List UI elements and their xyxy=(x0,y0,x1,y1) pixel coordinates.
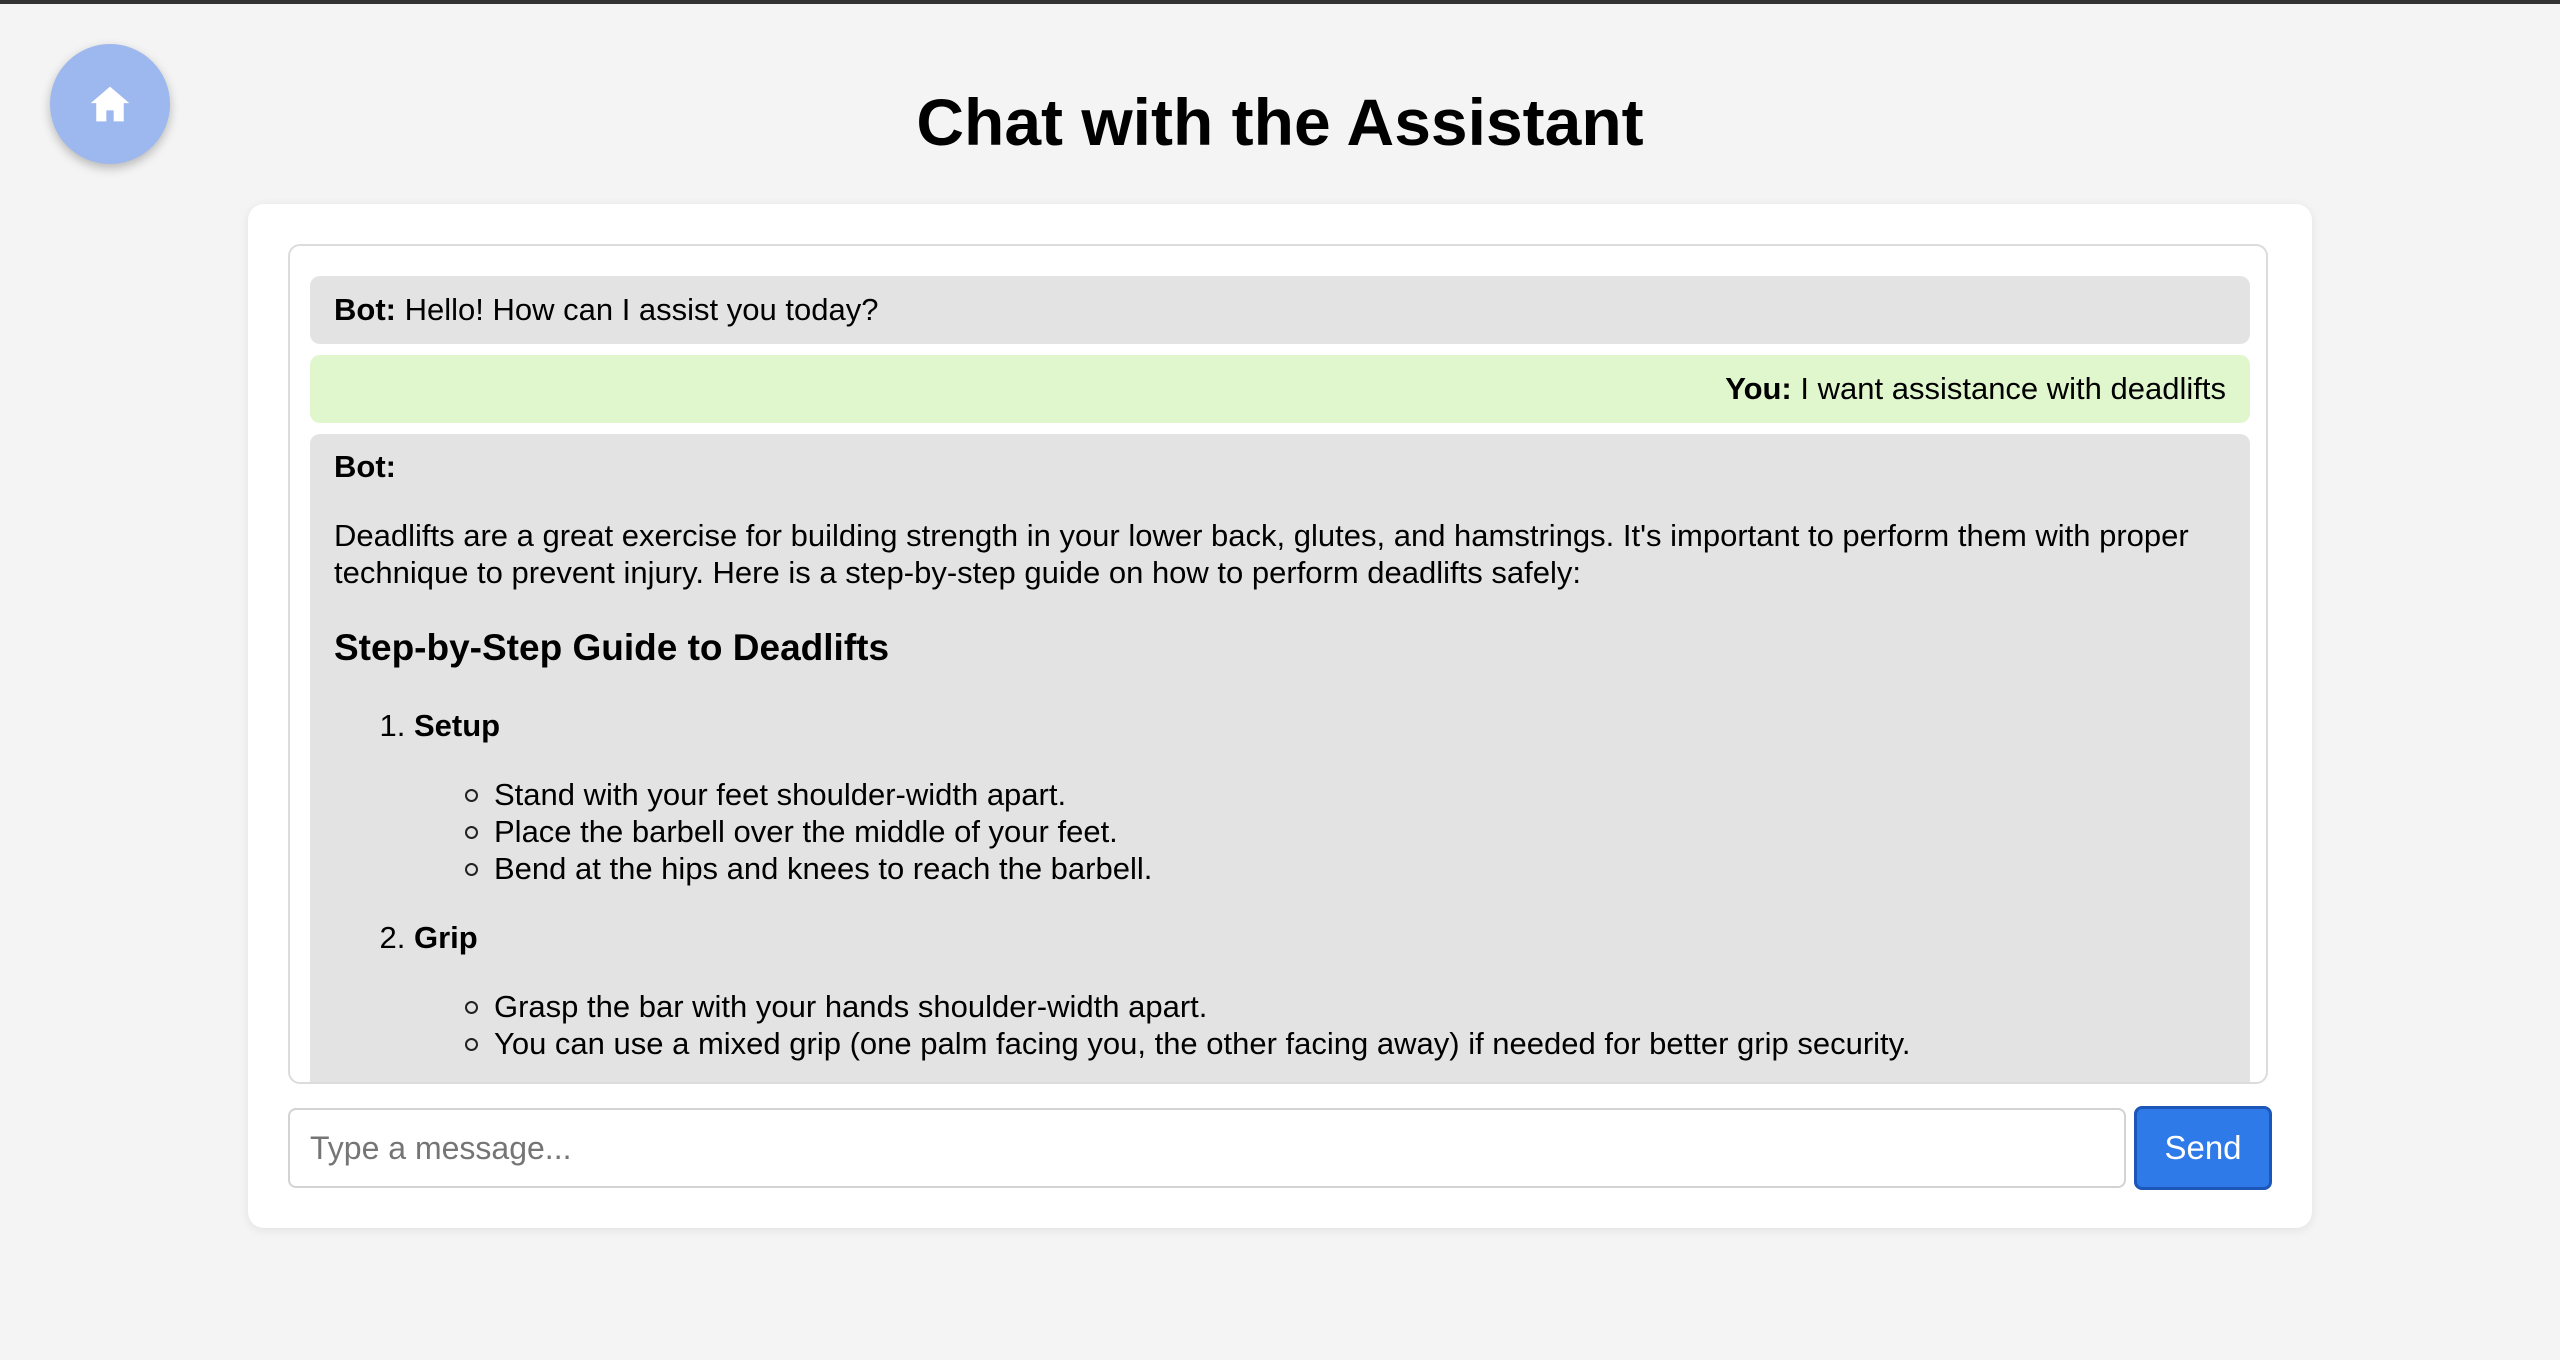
list-item: Stand with your feet shoulder-width apar… xyxy=(465,776,2226,813)
steps-list: Setup Stand with your feet shoulder-widt… xyxy=(334,707,2226,1062)
top-border xyxy=(0,0,2560,4)
message-input[interactable] xyxy=(288,1108,2126,1188)
sender-label: Bot: xyxy=(334,449,396,484)
chat-scroll-area: Bot: Hello! How can I assist you today? … xyxy=(310,276,2250,1082)
list-item: Bend at the hips and knees to reach the … xyxy=(465,850,2226,887)
chat-history[interactable]: Bot: Hello! How can I assist you today? … xyxy=(288,244,2268,1084)
bot-message: Bot: Hello! How can I assist you today? xyxy=(310,276,2250,344)
message-text: I want assistance with deadlifts xyxy=(1800,371,2226,406)
bot-message: Bot: Deadlifts are a great exercise for … xyxy=(310,434,2250,1082)
message-intro: Deadlifts are a great exercise for build… xyxy=(334,518,2189,590)
list-item: You can use a mixed grip (one palm facin… xyxy=(465,1025,2226,1062)
chat-card: Bot: Hello! How can I assist you today? … xyxy=(248,204,2312,1228)
step-item: Setup Stand with your feet shoulder-widt… xyxy=(414,707,2226,887)
step-details: Stand with your feet shoulder-width apar… xyxy=(414,776,2226,887)
user-message: You: I want assistance with deadlifts xyxy=(310,355,2250,423)
sender-label: Bot: xyxy=(334,292,396,327)
step-details: Grasp the bar with your hands shoulder-w… xyxy=(414,988,2226,1062)
sender-label: You: xyxy=(1725,371,1792,406)
page-title: Chat with the Assistant xyxy=(916,85,1644,159)
message-text: Hello! How can I assist you today? xyxy=(404,292,879,327)
list-item: Place the barbell over the middle of you… xyxy=(465,813,2226,850)
step-title: Setup xyxy=(414,708,501,743)
list-item: Grasp the bar with your hands shoulder-w… xyxy=(465,988,2226,1025)
step-title: Grip xyxy=(414,920,478,955)
guide-heading: Step-by-Step Guide to Deadlifts xyxy=(334,627,890,668)
step-item: Grip Grasp the bar with your hands shoul… xyxy=(414,919,2226,1062)
send-button[interactable]: Send xyxy=(2134,1106,2272,1190)
